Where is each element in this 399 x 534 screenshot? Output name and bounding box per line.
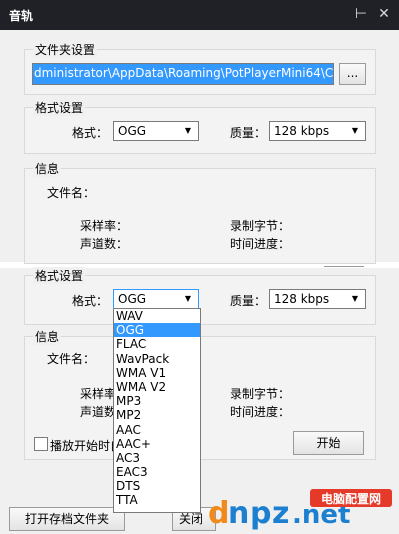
time-progress-label: 时间进度：: [230, 237, 291, 251]
chevron-down-icon: ▼: [184, 126, 192, 135]
channels-label: 声道数：: [80, 237, 129, 251]
audio-dialog-top: 音轨 ⊢ ✕ 文件夹设置 dministrator\AppData\Roamin…: [0, 0, 399, 264]
chevron-down-icon: ▼: [351, 294, 359, 303]
svg-text:p: p: [250, 496, 271, 531]
format-option[interactable]: TTA: [114, 493, 200, 507]
info-group: 信息: [24, 160, 376, 264]
window-title: 音轨: [9, 9, 34, 23]
folder-path-field[interactable]: dministrator\AppData\Roaming\PotPlayerMi…: [32, 63, 334, 85]
start-button[interactable]: 开始: [293, 431, 364, 455]
quality-select-value: 128 kbps: [274, 124, 330, 138]
format-option[interactable]: FLAC: [114, 337, 200, 351]
format-settings-title: 格式设置: [33, 99, 86, 116]
filename-label: 文件名：: [47, 186, 96, 200]
watermark-badge: 电脑配置网: [321, 491, 381, 506]
format-settings-title: 格式设置: [33, 267, 86, 284]
format-option[interactable]: AAC: [114, 423, 200, 437]
format-option[interactable]: AAC+: [114, 437, 200, 451]
format-label: 格式：: [72, 126, 109, 140]
autostart-checkbox-label: 播放开始时自: [50, 439, 123, 453]
format-option[interactable]: MP3: [114, 394, 200, 408]
separator-line: [324, 266, 364, 267]
format-option[interactable]: WMA V2: [114, 380, 200, 394]
chevron-down-icon: ▼: [184, 294, 192, 303]
format-option[interactable]: WavPack: [114, 352, 200, 366]
title-bar: 音轨 ⊢ ✕: [0, 0, 399, 30]
filename-label: 文件名：: [47, 352, 96, 366]
format-option[interactable]: WMA V1: [114, 366, 200, 380]
quality-select[interactable]: 128 kbps ▼: [269, 121, 366, 141]
browse-button[interactable]: ...: [339, 63, 366, 85]
sample-rate-label: 采样率：: [80, 219, 129, 233]
format-label: 格式：: [72, 294, 109, 308]
open-archive-folder-button[interactable]: 打开存档文件夹: [9, 507, 125, 531]
format-option[interactable]: OGG: [114, 323, 200, 338]
quality-label: 质量：: [230, 126, 267, 140]
format-option[interactable]: AC3: [114, 451, 200, 465]
folder-settings-title: 文件夹设置: [33, 41, 98, 58]
svg-text:n: n: [228, 496, 249, 531]
recorded-bytes-label: 录制字节：: [230, 387, 291, 401]
pin-icon[interactable]: ⊢: [351, 4, 371, 24]
info-title: 信息: [33, 160, 62, 177]
format-option[interactable]: DTS: [114, 479, 200, 493]
quality-label: 质量：: [230, 294, 267, 308]
time-progress-label: 时间进度：: [230, 405, 291, 419]
format-option[interactable]: EAC3: [114, 465, 200, 479]
format-option[interactable]: WAV: [114, 309, 200, 323]
folder-path-text: dministrator\AppData\Roaming\PotPlayerMi…: [34, 66, 334, 80]
quality-select-value: 128 kbps: [274, 292, 330, 306]
format-select-value: OGG: [118, 292, 147, 306]
svg-text:d: d: [208, 496, 229, 531]
watermark-logo: d n p z .net 电脑配置网: [206, 485, 396, 531]
format-select-value: OGG: [118, 124, 147, 138]
quality-select[interactable]: 128 kbps ▼: [269, 289, 366, 309]
format-select[interactable]: OGG ▼: [113, 121, 199, 141]
info-title: 信息: [33, 328, 62, 345]
autostart-checkbox[interactable]: [34, 437, 48, 451]
close-icon[interactable]: ✕: [374, 4, 394, 24]
svg-text:z: z: [272, 496, 289, 531]
format-option[interactable]: MP2: [114, 408, 200, 422]
recorded-bytes-label: 录制字节：: [230, 219, 291, 233]
dnpz-logo-icon: d n p z .net 电脑配置网: [208, 489, 392, 531]
format-dropdown-list[interactable]: WAV OGG FLAC WavPack WMA V1 WMA V2 MP3 MP2 AAC AA…: [113, 308, 201, 513]
chevron-down-icon: ▼: [351, 126, 359, 135]
format-select[interactable]: OGG ▼: [113, 289, 199, 309]
